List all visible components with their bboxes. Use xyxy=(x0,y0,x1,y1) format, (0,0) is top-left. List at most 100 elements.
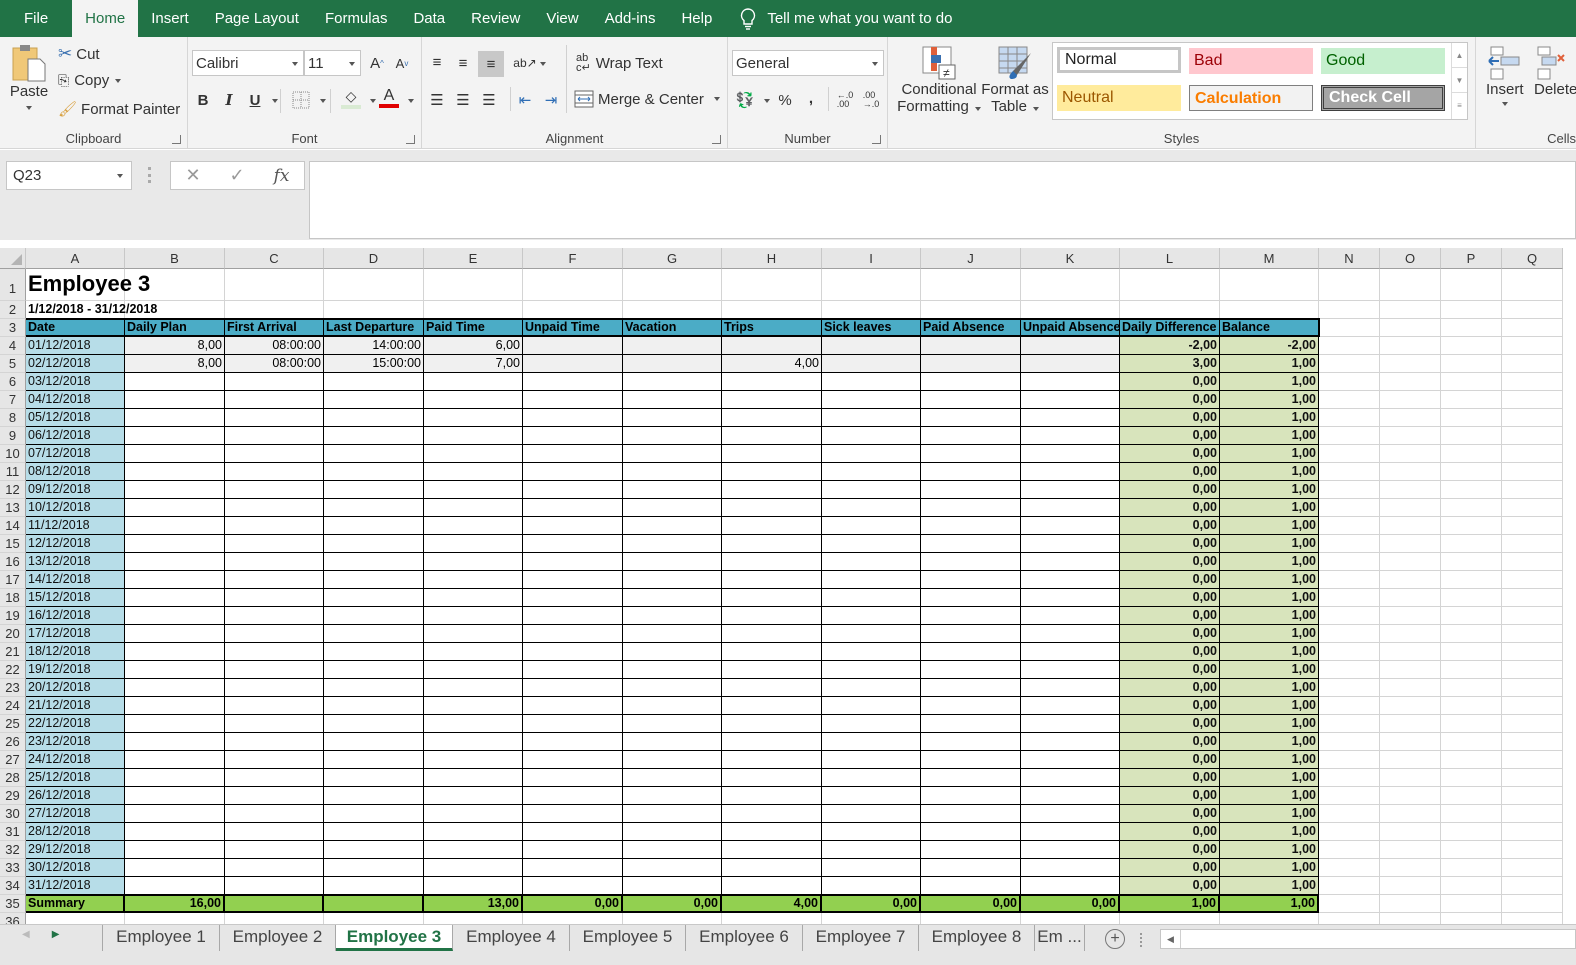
table-header-cell[interactable]: Trips xyxy=(722,318,823,337)
cell[interactable] xyxy=(1380,301,1441,319)
tab-formulas[interactable]: Formulas xyxy=(312,0,401,37)
cell[interactable] xyxy=(1441,355,1502,373)
cell[interactable] xyxy=(1021,301,1120,319)
cell[interactable] xyxy=(1380,481,1441,499)
data-cell[interactable] xyxy=(324,535,424,553)
top-align-button[interactable]: ≡ xyxy=(426,51,448,73)
cell[interactable] xyxy=(1021,913,1120,924)
cell[interactable] xyxy=(1319,373,1380,391)
orientation-dropdown-icon[interactable] xyxy=(540,62,546,66)
paste-button[interactable]: Paste xyxy=(8,43,50,110)
cell[interactable] xyxy=(1380,697,1441,715)
date-cell[interactable]: 04/12/2018 xyxy=(26,391,125,409)
cell[interactable] xyxy=(1441,643,1502,661)
date-cell[interactable]: 12/12/2018 xyxy=(26,535,125,553)
data-cell[interactable]: 1,00 xyxy=(1220,499,1319,517)
data-cell[interactable]: 0,00 xyxy=(1120,643,1220,661)
enter-icon[interactable]: ✓ xyxy=(230,165,245,186)
data-cell[interactable] xyxy=(523,373,623,391)
data-cell[interactable] xyxy=(523,643,623,661)
data-cell[interactable] xyxy=(125,877,225,895)
cell[interactable] xyxy=(1380,427,1441,445)
data-cell[interactable] xyxy=(921,715,1021,733)
data-cell[interactable]: 15:00:00 xyxy=(324,355,424,373)
data-cell[interactable] xyxy=(921,589,1021,607)
data-cell[interactable] xyxy=(722,589,822,607)
data-cell[interactable] xyxy=(523,571,623,589)
format-as-table-button[interactable]: Format as Table xyxy=(981,45,1049,115)
cell[interactable] xyxy=(1502,787,1563,805)
data-cell[interactable] xyxy=(623,517,722,535)
column-header-i[interactable]: I xyxy=(822,248,921,269)
middle-align-button[interactable]: ≡ xyxy=(452,52,474,74)
row-header-20[interactable]: 20 xyxy=(0,625,26,643)
cell[interactable] xyxy=(1441,499,1502,517)
data-cell[interactable] xyxy=(424,679,523,697)
data-cell[interactable]: -2,00 xyxy=(1220,337,1319,355)
sheet-tab[interactable]: Employee 3 xyxy=(336,925,453,951)
cell[interactable] xyxy=(1380,553,1441,571)
column-header-c[interactable]: C xyxy=(225,248,324,269)
data-cell[interactable] xyxy=(523,391,623,409)
data-cell[interactable] xyxy=(1021,373,1120,391)
data-cell[interactable]: 08:00:00 xyxy=(225,337,324,355)
gallery-scroll-down-icon[interactable]: ▼ xyxy=(1452,68,1467,93)
cell[interactable] xyxy=(1441,517,1502,535)
data-cell[interactable] xyxy=(921,607,1021,625)
data-cell[interactable]: 4,00 xyxy=(722,355,822,373)
data-cell[interactable] xyxy=(225,643,324,661)
data-cell[interactable] xyxy=(324,859,424,877)
row-header-12[interactable]: 12 xyxy=(0,481,26,499)
data-cell[interactable] xyxy=(523,787,623,805)
data-cell[interactable] xyxy=(523,661,623,679)
tab-page-layout[interactable]: Page Layout xyxy=(202,0,312,37)
row-header-3[interactable]: 3 xyxy=(0,319,26,337)
data-cell[interactable] xyxy=(324,481,424,499)
cell[interactable] xyxy=(1502,913,1563,924)
data-cell[interactable] xyxy=(1021,481,1120,499)
data-cell[interactable] xyxy=(722,571,822,589)
data-cell[interactable] xyxy=(822,661,921,679)
data-cell[interactable]: 0,00 xyxy=(1120,805,1220,823)
cell[interactable] xyxy=(523,301,623,319)
style-neutral[interactable]: Neutral xyxy=(1057,85,1181,111)
data-cell[interactable] xyxy=(921,391,1021,409)
cell[interactable] xyxy=(1441,319,1502,337)
cell[interactable] xyxy=(1319,841,1380,859)
data-cell[interactable] xyxy=(623,391,722,409)
cell[interactable] xyxy=(1319,787,1380,805)
data-cell[interactable] xyxy=(424,409,523,427)
data-cell[interactable] xyxy=(1021,859,1120,877)
worksheet-grid[interactable]: A B C D E F G H I J K L M N O P Q 1 2 3 4 5 6 7 8 9 10 11 12 13 14 15 16… xyxy=(0,248,1576,924)
data-cell[interactable] xyxy=(623,733,722,751)
data-cell[interactable] xyxy=(523,823,623,841)
cell[interactable] xyxy=(1319,319,1380,337)
tab-data[interactable]: Data xyxy=(400,0,458,37)
data-cell[interactable] xyxy=(523,463,623,481)
data-cell[interactable] xyxy=(424,769,523,787)
data-cell[interactable] xyxy=(125,481,225,499)
cell[interactable] xyxy=(1441,841,1502,859)
cell[interactable] xyxy=(1319,589,1380,607)
data-cell[interactable] xyxy=(822,373,921,391)
data-cell[interactable] xyxy=(722,679,822,697)
data-cell[interactable] xyxy=(623,535,722,553)
data-cell[interactable] xyxy=(822,517,921,535)
cell[interactable] xyxy=(1502,625,1563,643)
cell[interactable] xyxy=(921,301,1021,319)
data-cell[interactable]: 1,00 xyxy=(1220,445,1319,463)
number-dialog-launcher[interactable] xyxy=(872,135,881,144)
data-cell[interactable] xyxy=(822,409,921,427)
data-cell[interactable] xyxy=(822,751,921,769)
data-cell[interactable] xyxy=(623,877,722,895)
row-header-22[interactable]: 22 xyxy=(0,661,26,679)
data-cell[interactable] xyxy=(225,805,324,823)
data-cell[interactable] xyxy=(1021,661,1120,679)
row-header-14[interactable]: 14 xyxy=(0,517,26,535)
data-cell[interactable] xyxy=(424,823,523,841)
cell[interactable] xyxy=(1319,859,1380,877)
cell[interactable] xyxy=(1319,427,1380,445)
data-cell[interactable] xyxy=(324,499,424,517)
percent-style-button[interactable]: % xyxy=(774,89,796,111)
cell[interactable] xyxy=(1380,787,1441,805)
